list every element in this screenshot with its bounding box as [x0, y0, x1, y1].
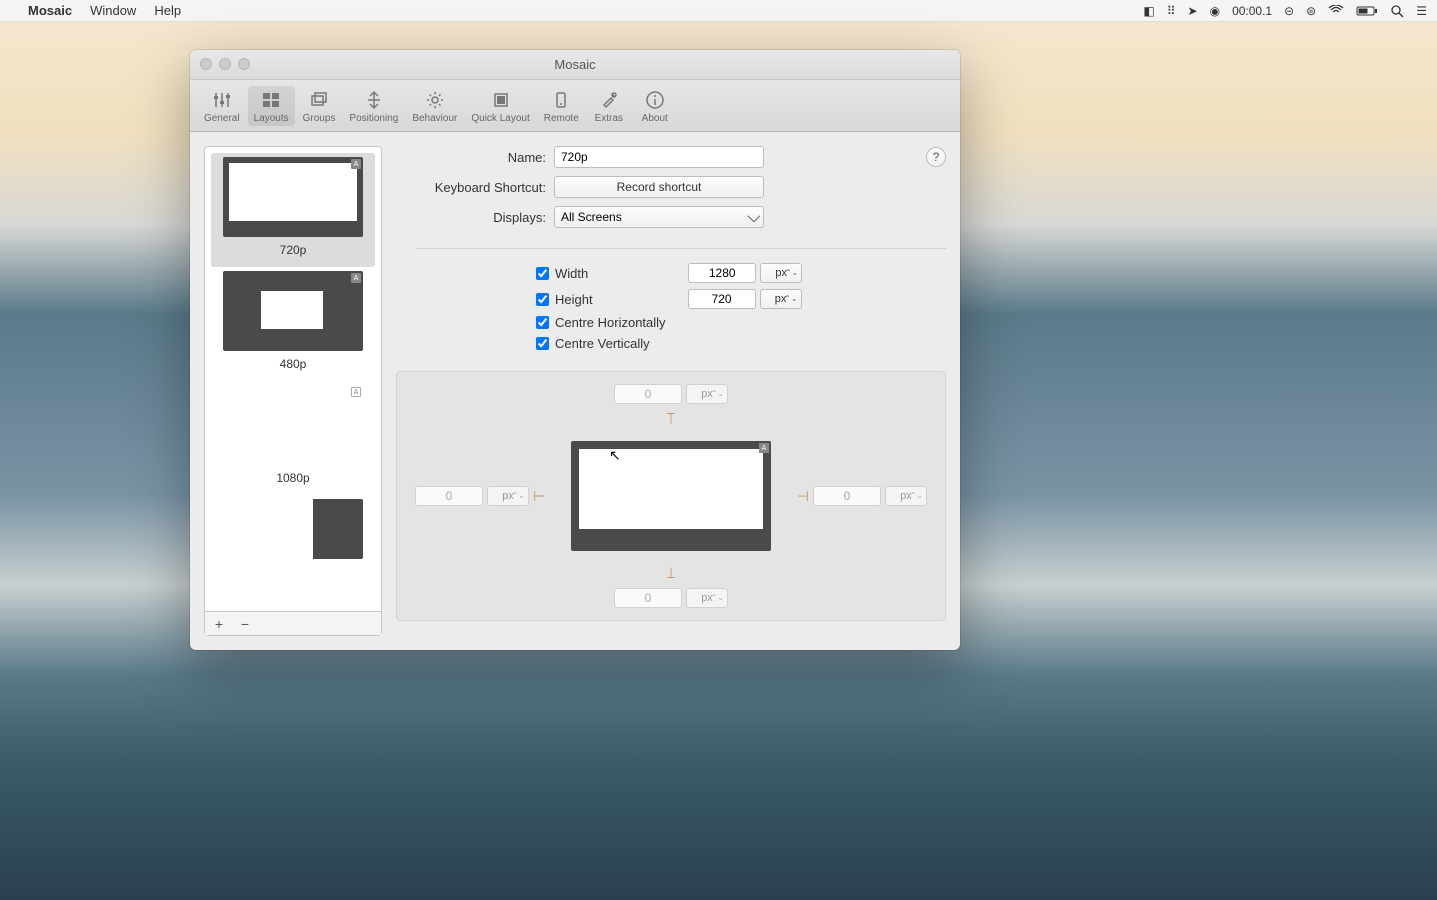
- window-minimize-button[interactable]: [219, 58, 231, 70]
- height-label: Height: [555, 292, 593, 307]
- aspect-badge-icon: A: [351, 159, 361, 169]
- menubar-list-icon[interactable]: ☰: [1416, 4, 1427, 18]
- layout-detail-pane: Name: ? Keyboard Shortcut: Record shortc…: [396, 146, 946, 636]
- margin-bottom-unit-select: px: [686, 588, 728, 608]
- menubar-app-name[interactable]: Mosaic: [28, 3, 72, 18]
- window-titlebar[interactable]: Mosaic: [190, 50, 960, 80]
- window-zoom-button[interactable]: [238, 58, 250, 70]
- toolbar-positioning[interactable]: Positioning: [343, 86, 404, 126]
- layout-preview: px ⟙ px ⊢ A ↖ ⊣ px ⟘: [396, 371, 946, 621]
- groups-icon: [307, 88, 331, 112]
- layouts-sidebar-footer: + −: [205, 611, 381, 635]
- width-label: Width: [555, 266, 588, 281]
- preview-thumb[interactable]: A ↖: [571, 441, 771, 551]
- remove-layout-button[interactable]: −: [237, 616, 253, 632]
- menubar-location-icon[interactable]: ➤: [1188, 4, 1198, 18]
- margin-left-unit-select: px: [487, 486, 529, 506]
- menubar-disk-icon[interactable]: ⊜: [1306, 4, 1316, 18]
- info-icon: [643, 88, 667, 112]
- aspect-badge-icon: A: [351, 273, 361, 283]
- displays-label: Displays:: [396, 210, 546, 225]
- height-checkbox[interactable]: [536, 293, 549, 306]
- displays-select[interactable]: All Screens: [554, 206, 764, 228]
- centre-h-checkbox[interactable]: [536, 316, 549, 329]
- margin-top-unit-select: px: [686, 384, 728, 404]
- toolbar-layouts[interactable]: Layouts: [248, 86, 295, 126]
- menubar-timer[interactable]: 00:00.1: [1232, 4, 1272, 18]
- menubar-battery-icon[interactable]: [1356, 5, 1378, 17]
- height-unit-select[interactable]: px: [760, 289, 802, 309]
- window-title: Mosaic: [554, 57, 595, 72]
- name-label: Name:: [396, 150, 546, 165]
- preferences-toolbar: General Layouts Groups Positioning Behav…: [190, 80, 960, 132]
- layout-thumb: A: [223, 157, 363, 237]
- layout-thumb: A: [223, 385, 363, 465]
- add-layout-button[interactable]: +: [211, 616, 227, 632]
- toolbar-remote[interactable]: Remote: [538, 86, 585, 126]
- layout-item-480p[interactable]: A 480p: [211, 267, 375, 381]
- record-shortcut-button[interactable]: Record shortcut: [554, 176, 764, 198]
- layout-thumb: [223, 499, 363, 559]
- margin-right-unit-select: px: [885, 486, 927, 506]
- width-input[interactable]: [688, 263, 756, 283]
- remote-icon: [549, 88, 573, 112]
- window-close-button[interactable]: [200, 58, 212, 70]
- menubar-wifi-icon[interactable]: [1328, 5, 1344, 17]
- macos-menubar: Mosaic Window Help ◧ ⠿ ➤ ◉ 00:00.1 ⊝ ⊜ ☰: [0, 0, 1437, 22]
- layout-item-720p[interactable]: A 720p: [211, 153, 375, 267]
- toolbar-about[interactable]: About: [633, 86, 677, 126]
- quick-layout-icon: [489, 88, 513, 112]
- toolbar-behaviour[interactable]: Behaviour: [406, 86, 463, 126]
- toolbar-extras[interactable]: Extras: [587, 86, 631, 126]
- margin-handle-icon: ⟙: [667, 410, 675, 427]
- menubar-rect-icon[interactable]: ◧: [1143, 4, 1154, 18]
- cursor-icon: ↖: [609, 447, 621, 464]
- layout-thumb: A: [223, 271, 363, 351]
- help-button[interactable]: ?: [926, 147, 946, 167]
- margin-handle-icon: ⊣: [797, 488, 809, 505]
- centre-h-label: Centre Horizontally: [555, 315, 666, 330]
- sliders-icon: [210, 88, 234, 112]
- width-unit-select[interactable]: px: [760, 263, 802, 283]
- height-input[interactable]: [688, 289, 756, 309]
- layouts-icon: [259, 88, 283, 112]
- tools-icon: [597, 88, 621, 112]
- name-input[interactable]: [554, 146, 764, 168]
- toolbar-quick-layout[interactable]: Quick Layout: [465, 86, 535, 126]
- layout-item-partial[interactable]: [211, 495, 375, 569]
- menubar-spotlight-icon[interactable]: [1390, 4, 1404, 18]
- margin-bottom-input: [614, 588, 682, 608]
- aspect-badge-icon: A: [351, 387, 361, 397]
- divider: [416, 248, 946, 249]
- positioning-icon: [362, 88, 386, 112]
- toolbar-general[interactable]: General: [198, 86, 246, 126]
- toolbar-groups[interactable]: Groups: [297, 86, 342, 126]
- shortcut-label: Keyboard Shortcut:: [396, 180, 546, 195]
- centre-v-checkbox[interactable]: [536, 337, 549, 350]
- layout-item-1080p[interactable]: A 1080p: [211, 381, 375, 495]
- centre-v-label: Centre Vertically: [555, 336, 650, 351]
- menubar-window-menu[interactable]: Window: [90, 3, 136, 18]
- menubar-dropbox-icon[interactable]: ⠿: [1167, 4, 1176, 18]
- gear-icon: [423, 88, 447, 112]
- menubar-sync-icon[interactable]: ⊝: [1284, 4, 1294, 18]
- margin-handle-icon: ⟘: [667, 565, 675, 582]
- menubar-record-icon[interactable]: ◉: [1210, 4, 1220, 18]
- mosaic-preferences-window: Mosaic General Layouts Groups Positionin…: [190, 50, 960, 650]
- aspect-badge-icon: A: [759, 443, 769, 453]
- margin-left-input: [415, 486, 483, 506]
- margin-right-input: [813, 486, 881, 506]
- margin-handle-icon: ⊢: [533, 488, 545, 505]
- menubar-help-menu[interactable]: Help: [154, 3, 181, 18]
- width-checkbox[interactable]: [536, 267, 549, 280]
- layouts-sidebar: A 720p A 480p A 1080p: [204, 146, 382, 636]
- margin-top-input: [614, 384, 682, 404]
- layouts-list[interactable]: A 720p A 480p A 1080p: [205, 147, 381, 611]
